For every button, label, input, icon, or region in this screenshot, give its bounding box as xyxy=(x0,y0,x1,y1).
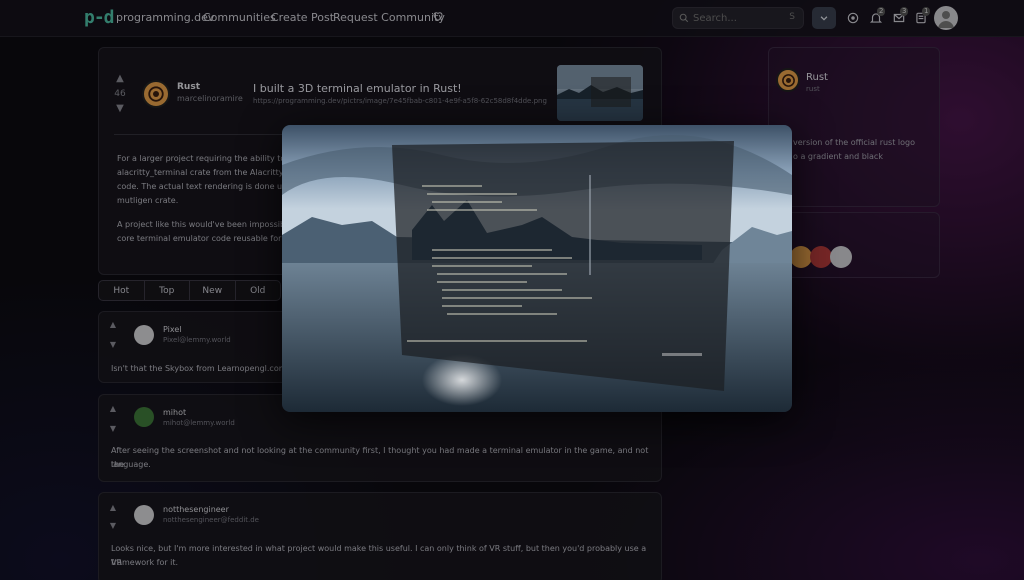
terminal-skybox-image xyxy=(282,125,792,412)
image-preview-modal[interactable] xyxy=(282,125,792,412)
